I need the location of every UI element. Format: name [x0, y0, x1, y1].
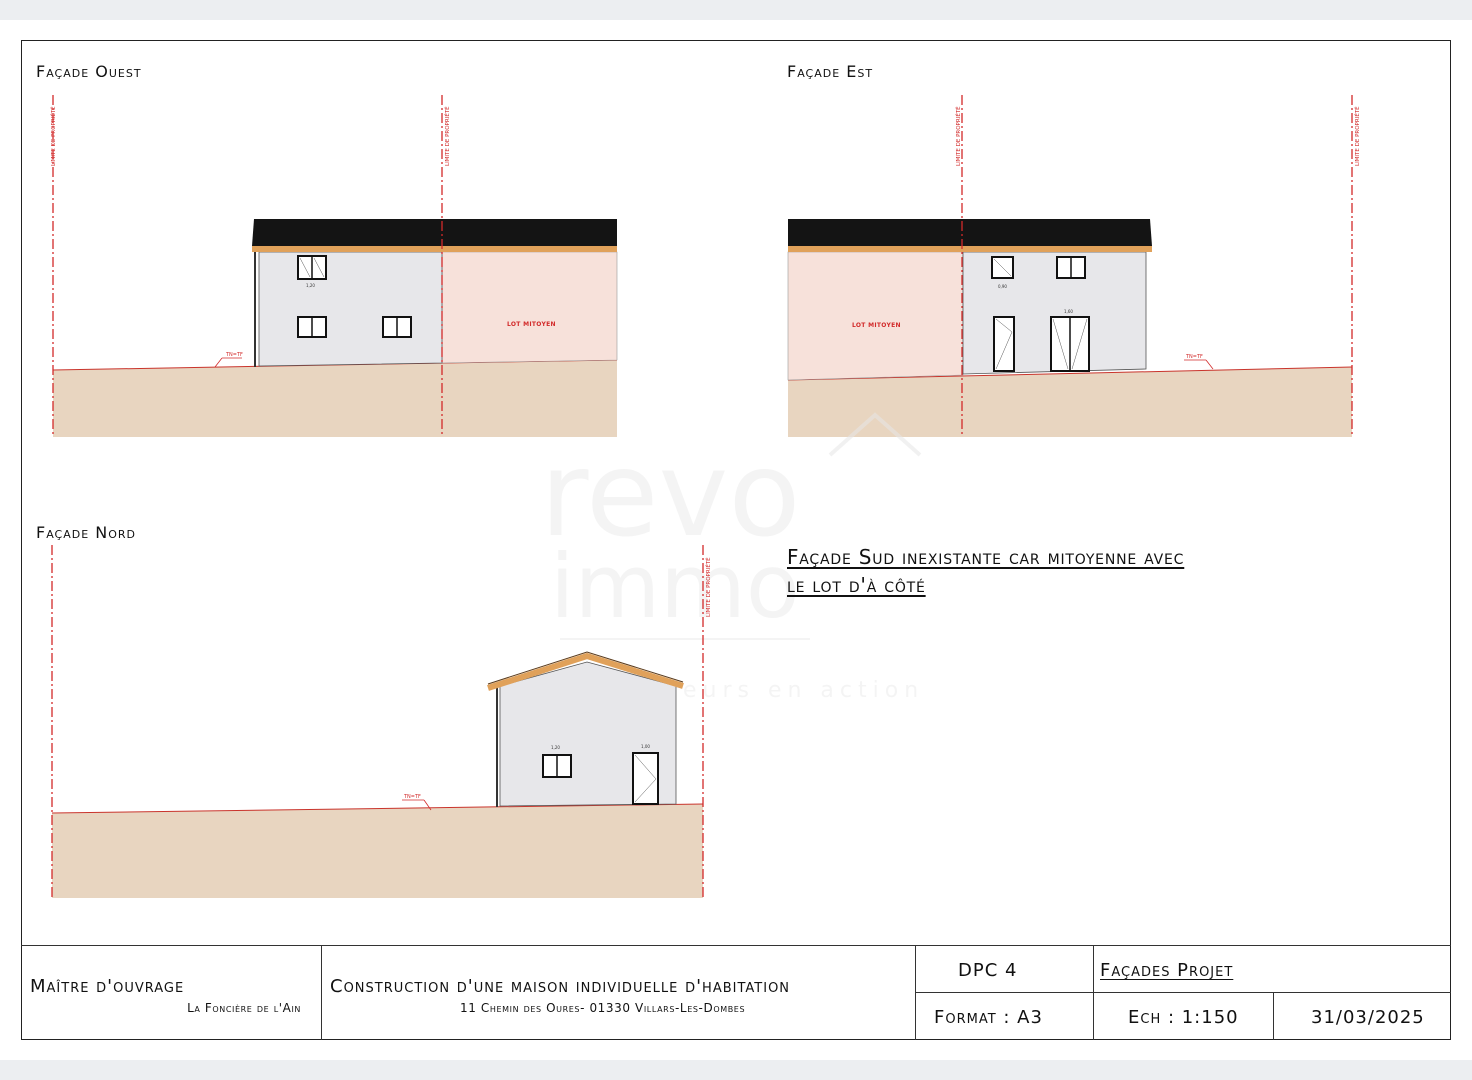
dpc-value: DPC 4 [958, 960, 1018, 981]
maitre-value: La Foncière de l'Ain [187, 1001, 301, 1015]
maitre-cell: Maître d'ouvrage La Foncière de l'Ain [21, 945, 321, 1040]
scale-cell: Ech : 1:150 [1093, 992, 1273, 1040]
facade-nord-drawing [51, 545, 704, 898]
title-block: Maître d'ouvrage La Foncière de l'Ain Co… [21, 945, 1451, 1040]
scale-value: Ech : 1:150 [1128, 1007, 1239, 1028]
project-address: 11 Chemin des Oures- 01330 Villars-Les-D… [460, 1001, 746, 1015]
window-nord-1 [542, 754, 572, 778]
dim-nord-1: 1,20 [551, 745, 560, 750]
sheet-title-cell: Façades Projet [1093, 945, 1451, 992]
project-title: Construction d'une maison individuelle d… [330, 976, 791, 997]
door-nord-1 [632, 752, 659, 805]
sheet-title: Façades Projet [1100, 960, 1234, 981]
ground-nord [52, 804, 703, 898]
format-value: Format : A3 [934, 1007, 1043, 1028]
dim-nord-2: 1,00 [641, 744, 650, 749]
project-cell: Construction d'une maison individuelle d… [321, 945, 915, 1040]
drawing-sheet: Façade Ouest LOT MITOYEN TN=TF LIMITE DE… [0, 20, 1472, 1060]
format-cell: Format : A3 [915, 992, 1093, 1040]
tn-label-nord: TN=TF [404, 794, 421, 800]
date-cell: 31/03/2025 [1273, 992, 1451, 1040]
date-value: 31/03/2025 [1311, 1007, 1425, 1028]
dpc-cell: DPC 4 [915, 945, 1093, 992]
maitre-label: Maître d'ouvrage [30, 976, 185, 997]
limite-label-nord-right: LIMITE DE PROPRIÉTÉ [706, 557, 712, 617]
